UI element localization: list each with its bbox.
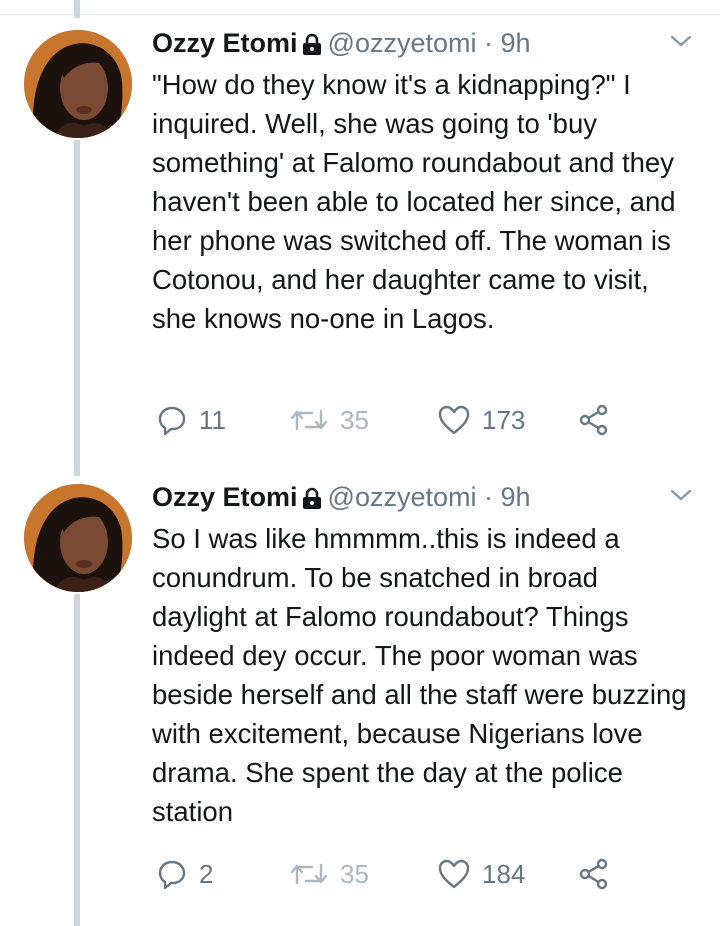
like-count: 173 <box>482 404 526 435</box>
retweet-count: 35 <box>340 858 369 889</box>
tweet-header: Ozzy Etomi @ozzyetomi · 9h <box>152 26 531 60</box>
tweet[interactable]: Ozzy Etomi @ozzyetomi · 9h So I was like … <box>0 480 720 920</box>
separator: · <box>484 28 493 58</box>
reply-icon <box>157 859 187 889</box>
chevron-down-icon[interactable] <box>670 34 692 53</box>
reply-count: 11 <box>199 404 226 435</box>
chevron-down-icon[interactable] <box>670 488 692 507</box>
display-name[interactable]: Ozzy Etomi <box>152 482 298 512</box>
separator: · <box>484 482 493 512</box>
lock-icon <box>302 483 322 517</box>
handle[interactable]: @ozzyetomi <box>328 28 477 58</box>
lock-icon <box>302 29 322 63</box>
reply-icon <box>157 405 187 435</box>
avatar[interactable] <box>24 484 132 592</box>
like-count: 184 <box>482 858 526 889</box>
tweet-text: "How do they know it's a kidnapping?" I … <box>152 69 676 334</box>
avatar[interactable] <box>24 30 132 138</box>
retweet-icon <box>290 861 328 887</box>
reply-button[interactable]: 11 <box>157 400 226 440</box>
retweet-icon <box>290 407 328 433</box>
like-button[interactable]: 173 <box>438 400 525 440</box>
retweet-count: 35 <box>340 404 369 435</box>
tweet-header: Ozzy Etomi @ozzyetomi · 9h <box>152 480 531 514</box>
share-icon <box>578 404 610 436</box>
tweet-text: So I was like hmmmm..this is indeed a co… <box>152 523 687 827</box>
display-name[interactable]: Ozzy Etomi <box>152 28 298 58</box>
reply-count: 2 <box>199 858 214 889</box>
action-bar: 2 35 184 <box>152 854 672 894</box>
like-button[interactable]: 184 <box>438 854 525 894</box>
share-button[interactable] <box>578 854 610 894</box>
retweet-button[interactable]: 35 <box>290 400 369 440</box>
top-divider <box>0 14 720 15</box>
share-icon <box>578 858 610 890</box>
tweet[interactable]: Ozzy Etomi @ozzyetomi · 9h "How do they k… <box>0 26 720 466</box>
thread-line-top <box>74 0 80 18</box>
reply-button[interactable]: 2 <box>157 854 213 894</box>
action-bar: 11 35 173 <box>152 400 672 440</box>
heart-icon <box>438 405 470 435</box>
share-button[interactable] <box>578 400 610 440</box>
retweet-button[interactable]: 35 <box>290 854 369 894</box>
heart-icon <box>438 859 470 889</box>
handle[interactable]: @ozzyetomi <box>328 482 477 512</box>
timestamp[interactable]: 9h <box>501 28 531 58</box>
timestamp[interactable]: 9h <box>501 482 531 512</box>
